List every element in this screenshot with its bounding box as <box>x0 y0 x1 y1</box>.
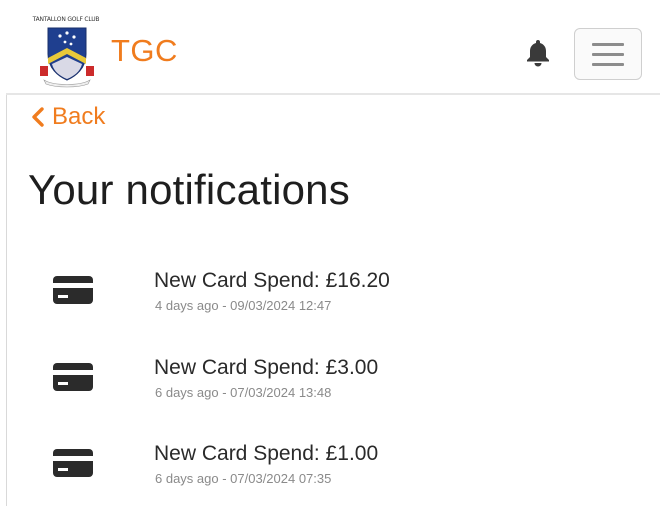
notification-title: New Card Spend: £16.20 <box>154 269 390 292</box>
notification-item[interactable]: New Card Spend: £16.20 4 days ago - 09/0… <box>40 268 640 334</box>
club-crest-icon <box>40 27 94 88</box>
back-link[interactable]: Back <box>30 100 105 134</box>
page-title: Your notifications <box>28 166 350 213</box>
hamburger-menu-icon-bar <box>592 53 624 56</box>
notification-title: New Card Spend: £1.00 <box>154 442 379 465</box>
notification-item[interactable]: New Card Spend: £3.00 6 days ago - 07/03… <box>40 355 640 421</box>
notification-item[interactable]: New Card Spend: £1.00 6 days ago - 07/03… <box>40 441 640 506</box>
hamburger-menu-button[interactable] <box>574 28 642 80</box>
notification-timestamp: 4 days ago - 09/03/2024 12:47 <box>155 298 332 313</box>
app-page: TANTALLON GOLF CLUB TGC Back Your notifi… <box>0 0 660 506</box>
notification-title: New Card Spend: £3.00 <box>154 356 379 379</box>
credit-card-icon <box>53 449 93 477</box>
chevron-left-icon <box>32 107 44 127</box>
back-label: Back <box>52 103 106 130</box>
notification-timestamp: 6 days ago - 07/03/2024 07:35 <box>155 471 332 486</box>
hamburger-menu-icon-bar <box>592 63 624 66</box>
credit-card-icon <box>53 276 93 304</box>
hamburger-menu-icon <box>592 43 624 46</box>
credit-card-icon <box>53 363 93 391</box>
notification-timestamp: 6 days ago - 07/03/2024 13:48 <box>155 385 332 400</box>
logo-caption: TANTALLON GOLF CLUB <box>32 16 100 23</box>
bell-icon[interactable] <box>524 37 552 67</box>
header-divider <box>6 93 660 95</box>
club-logo[interactable]: TANTALLON GOLF CLUB <box>30 16 102 90</box>
top-header: TANTALLON GOLF CLUB TGC <box>0 0 660 93</box>
brand-name: TGC <box>111 33 178 68</box>
